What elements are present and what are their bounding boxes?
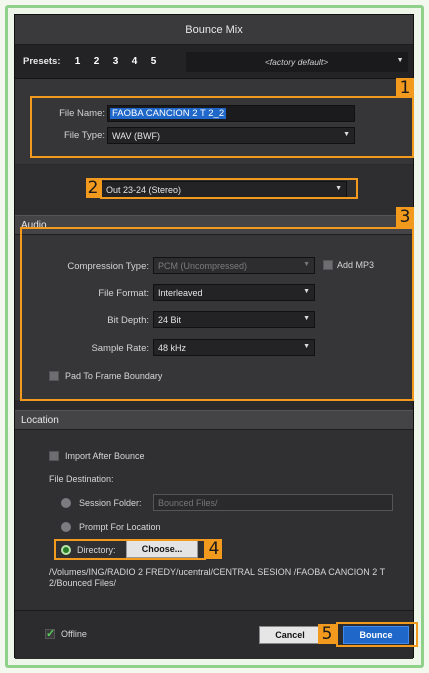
highlight-box-4 <box>54 539 206 560</box>
import-after-bounce-label: Import After Bounce <box>65 451 145 461</box>
import-after-bounce-checkbox[interactable] <box>49 451 59 461</box>
directory-path: /Volumes/ING/RADIO 2 FREDY/ucentral/CENT… <box>49 567 385 588</box>
file-destination-label: File Destination: <box>49 474 114 484</box>
annotation-badge-4: 4 <box>206 539 222 559</box>
annotation-badge-1: 1 <box>396 78 414 98</box>
session-folder-placeholder: Bounced Files/ <box>158 498 218 508</box>
location-panel: Import After Bounce File Destination: Se… <box>15 430 413 610</box>
highlight-box-2 <box>100 178 358 199</box>
offline-checkbox[interactable] <box>45 627 55 640</box>
preset-4-button[interactable]: 4 <box>130 56 140 67</box>
presets-label: Presets: <box>23 56 61 67</box>
prompt-location-label: Prompt For Location <box>79 522 161 532</box>
preset-3-button[interactable]: 3 <box>111 56 121 67</box>
prompt-location-radio[interactable] <box>61 522 71 532</box>
preset-5-button[interactable]: 5 <box>149 56 159 67</box>
session-folder-input[interactable]: Bounced Files/ <box>153 494 393 511</box>
session-folder-label: Session Folder: <box>79 498 142 508</box>
highlight-box-3 <box>20 227 414 401</box>
chevron-down-icon: ▼ <box>396 56 404 64</box>
preset-2-button[interactable]: 2 <box>92 56 102 67</box>
preset-selected-value: <factory default> <box>264 56 329 67</box>
annotation-badge-2: 2 <box>86 178 100 198</box>
preset-selector[interactable]: <factory default> ▼ <box>185 51 408 72</box>
annotation-badge-3: 3 <box>396 207 414 227</box>
location-section-header: Location <box>15 410 413 430</box>
window-title: Bounce Mix <box>15 15 413 45</box>
cancel-button[interactable]: Cancel <box>259 626 321 644</box>
highlight-box-1 <box>30 96 414 158</box>
preset-1-button[interactable]: 1 <box>73 56 83 67</box>
session-folder-radio[interactable] <box>61 498 71 508</box>
highlight-box-5 <box>336 622 418 647</box>
annotation-badge-5: 5 <box>318 624 336 644</box>
offline-label: Offline <box>61 629 87 639</box>
presets-bar: Presets: 1 2 3 4 5 <factory default> ▼ <box>15 45 413 79</box>
